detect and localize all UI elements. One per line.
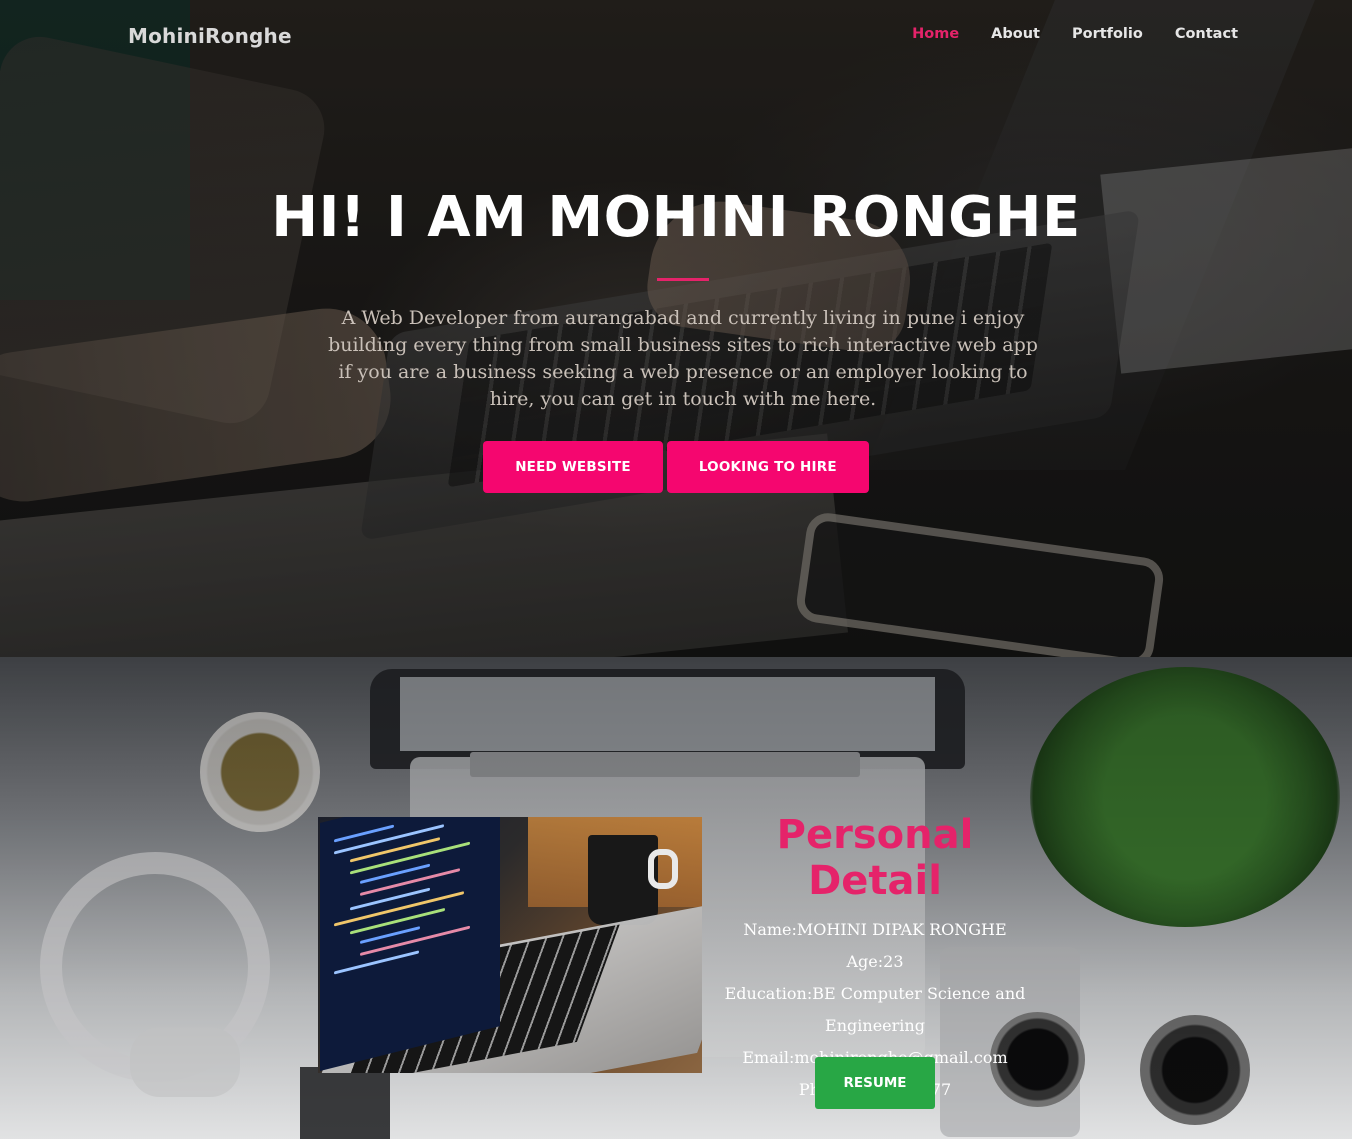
looking-to-hire-button[interactable]: LOOKING TO HIRE (666, 441, 869, 493)
hero-description: A Web Developer from aurangabad and curr… (328, 307, 1038, 410)
about-section: Personal Detail Name:MOHINI DIPAK RONGHE… (0, 657, 1352, 1139)
nav-link-contact[interactable]: Contact (1175, 26, 1238, 42)
nav-link-portfolio[interactable]: Portfolio (1072, 26, 1143, 42)
hero-divider (657, 278, 709, 281)
detail-name: Name:MOHINI DIPAK RONGHE (743, 920, 1007, 939)
nav-link-home[interactable]: Home (912, 26, 959, 42)
detail-education: Education:BE Computer Science and Engine… (724, 984, 1026, 1035)
profile-laptop-photo (318, 817, 702, 1073)
need-website-button[interactable]: NEED WEBSITE (483, 441, 663, 493)
brand-logo[interactable]: MohiniRonghe (128, 24, 292, 48)
personal-detail-title: Personal Detail (776, 812, 974, 904)
nav-links: Home About Portfolio Contact (912, 26, 1238, 42)
resume-button[interactable]: RESUME (815, 1057, 935, 1109)
detail-age: Age:23 (846, 952, 904, 971)
nav-link-about[interactable]: About (991, 26, 1040, 42)
hero-title: HI! I AM MOHINI RONGHE (271, 185, 1081, 250)
top-navbar: MohiniRonghe Home About Portfolio Contac… (0, 0, 1352, 70)
hero-buttons: NEED WEBSITE LOOKING TO HIRE (0, 441, 1352, 493)
hero-section: MohiniRonghe Home About Portfolio Contac… (0, 0, 1352, 657)
